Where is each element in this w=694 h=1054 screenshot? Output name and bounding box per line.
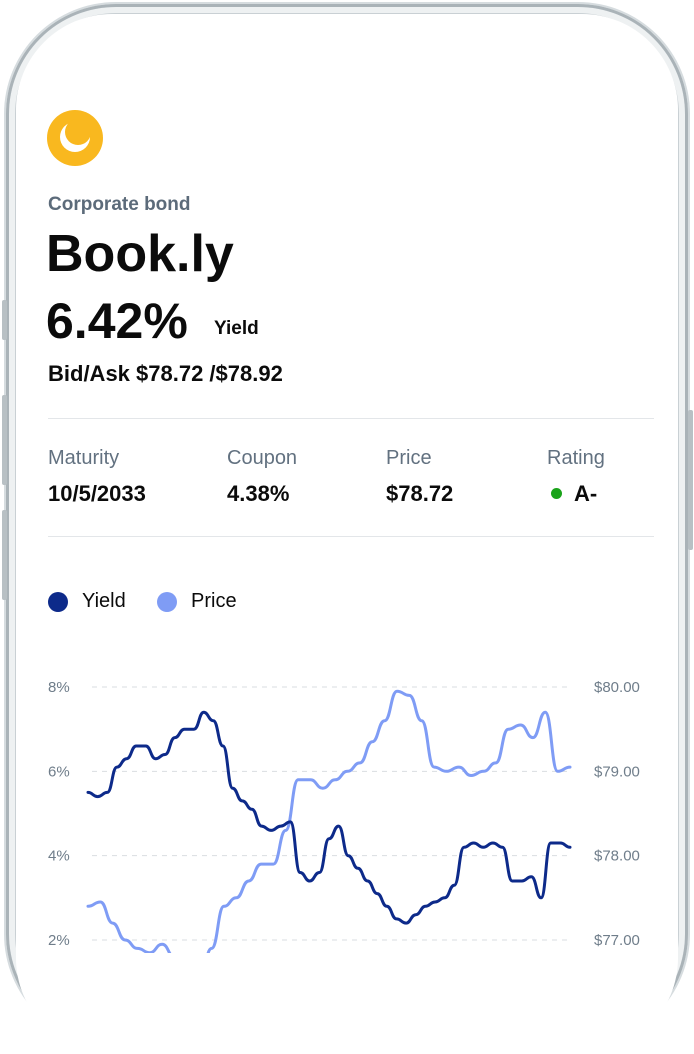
y-left-tick-label: 2% xyxy=(48,932,70,949)
y-right-tick-label: $78.00 xyxy=(594,848,640,865)
series-line-price xyxy=(86,689,572,953)
y-left-tick-label: 4% xyxy=(48,848,70,865)
y-right-tick-label: $79.00 xyxy=(594,763,640,780)
yield-price-chart: 8% 6% 4% 2% $80.00 $79.00 $78.00 $77.00 xyxy=(48,679,640,953)
series-line-yield xyxy=(86,710,572,925)
y-right-tick-label: $77.00 xyxy=(594,932,640,949)
y-right-tick-label: $80.00 xyxy=(594,679,640,696)
y-left-tick-label: 8% xyxy=(48,679,70,696)
y-left-tick-label: 6% xyxy=(48,763,70,780)
